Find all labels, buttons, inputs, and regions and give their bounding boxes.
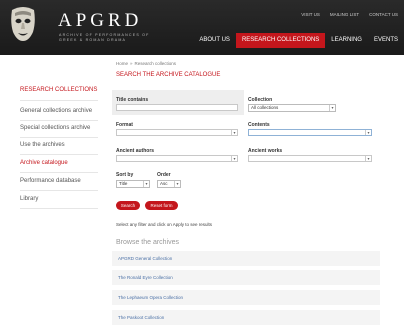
order-value: Asc (160, 181, 168, 186)
top-link-mailing-list[interactable]: MAILING LIST (330, 12, 359, 17)
search-button[interactable]: Search (116, 201, 140, 210)
ancient-authors-label: Ancient authors (116, 148, 155, 154)
divider (20, 137, 98, 138)
top-link-contact-us[interactable]: CONTACT US (369, 12, 398, 17)
chevron-down-icon: ▾ (143, 181, 149, 187)
title-contains-input[interactable] (116, 104, 238, 111)
divider (20, 190, 98, 191)
breadcrumb: Home» Research collections (116, 61, 176, 66)
breadcrumb-home[interactable]: Home (116, 61, 128, 66)
ancient-works-label: Ancient works (248, 148, 283, 154)
collection-select-value: All collections (251, 105, 279, 110)
divider (20, 208, 98, 209)
contents-label: Contents (248, 122, 270, 128)
collection-label: Collection (248, 97, 273, 103)
theatre-mask-icon[interactable] (9, 6, 37, 42)
chevron-down-icon: ▾ (174, 181, 180, 187)
nav-about-us[interactable]: ABOUT US (193, 33, 236, 48)
divider (20, 154, 98, 155)
sidebar-item-general-collections[interactable]: General collections archive (20, 108, 92, 114)
collection-select[interactable]: All collections ▾ (248, 104, 336, 112)
archive-list-item[interactable]: APGRD General Collection (112, 251, 380, 266)
sidebar-title: RESEARCH COLLECTIONS (20, 87, 98, 93)
logo-text[interactable]: APGRD (58, 10, 142, 32)
contents-select[interactable]: ▾ (248, 129, 372, 136)
order-select[interactable]: Asc ▾ (157, 180, 181, 188)
sort-by-value: Title (119, 181, 128, 186)
nav-research-collections[interactable]: RESEARCH COLLECTIONS (235, 33, 326, 48)
sidebar-item-special-collections[interactable]: Special collections archive (20, 125, 90, 131)
top-link-visit-us[interactable]: VISIT US (301, 12, 320, 17)
page-title: SEARCH THE ARCHIVE CATALOGUE (116, 72, 221, 78)
chevron-down-icon: ▾ (365, 156, 371, 161)
sidebar-item-use-archives[interactable]: Use the archives (20, 142, 65, 148)
browse-archives-title: Browse the archives (116, 239, 180, 246)
order-label: Order (157, 172, 171, 178)
chevron-down-icon: ▾ (329, 105, 335, 111)
filter-hint: Select any filter and click on Apply to … (116, 222, 213, 227)
archive-list-item[interactable]: The Lephaeum Opera Collection (112, 290, 380, 305)
sort-by-label: Sort by (116, 172, 134, 178)
chevron-down-icon: ▾ (365, 130, 371, 135)
logo-subtitle: Archive of Performances of Greek & Roman… (59, 33, 150, 42)
divider (20, 100, 98, 101)
title-contains-label: Title contains (116, 97, 149, 103)
archive-list-item[interactable]: The Ronald Eyre Collection (112, 270, 380, 285)
divider (20, 120, 98, 121)
format-select[interactable]: ▾ (116, 129, 238, 136)
sort-by-select[interactable]: Title ▾ (116, 180, 150, 188)
chevron-down-icon: ▾ (231, 156, 237, 161)
sidebar-item-performance-database[interactable]: Performance database (20, 178, 81, 184)
breadcrumb-current[interactable]: Research collections (135, 61, 177, 66)
site-header: APGRD Archive of Performances of Greek &… (0, 0, 404, 55)
format-label: Format (116, 122, 133, 128)
utility-links: VISIT US MAILING LIST CONTACT US (301, 12, 398, 17)
ancient-works-select[interactable]: ▾ (248, 155, 372, 162)
reset-form-button[interactable]: Reset form (145, 201, 178, 210)
breadcrumb-separator: » (130, 61, 133, 66)
ancient-authors-select[interactable]: ▾ (116, 155, 238, 162)
sidebar-item-library[interactable]: Library (20, 196, 38, 202)
sidebar-item-archive-catalogue[interactable]: Archive catalogue (20, 160, 68, 166)
divider (20, 172, 98, 173)
chevron-down-icon: ▾ (231, 130, 237, 135)
nav-events[interactable]: EVENTS (368, 33, 404, 48)
nav-learning[interactable]: LEARNING (325, 33, 368, 48)
main-nav: ABOUT US RESEARCH COLLECTIONS LEARNING E… (193, 33, 404, 48)
